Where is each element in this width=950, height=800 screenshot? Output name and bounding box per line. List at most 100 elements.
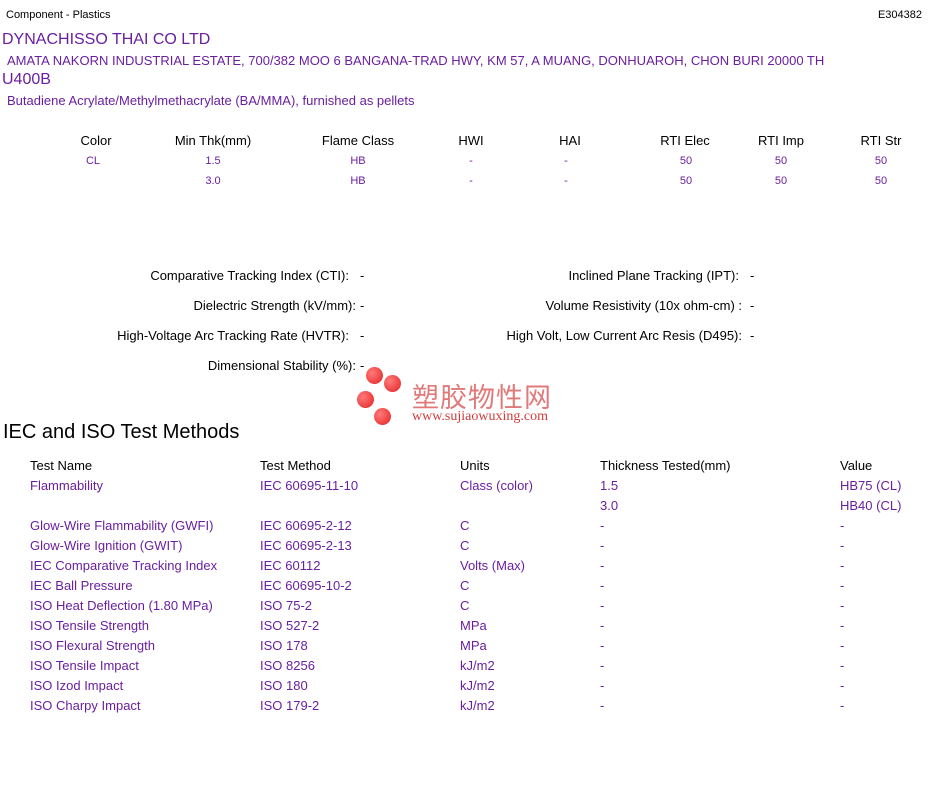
iec-table-cell: -: [840, 518, 845, 533]
watermark-dot-icon: [366, 367, 383, 384]
iec-table-cell: ISO 75-2: [260, 598, 313, 613]
ratings-cell: -: [564, 175, 568, 187]
d495-value: -: [750, 328, 755, 343]
ratings-col-min-thk: Min Thk(mm): [174, 133, 252, 148]
iec-table-cell: IEC Ball Pressure: [30, 578, 133, 593]
volume-resistivity-label: Volume Resistivity (10x ohm-cm) :: [545, 298, 743, 313]
iec-table-cell: Volts (Max): [460, 558, 526, 573]
dielectric-strength-value: -: [360, 298, 365, 313]
ratings-cell: 50: [774, 155, 788, 167]
iec-table-cell: Glow-Wire Flammability (GWFI): [30, 518, 214, 533]
iec-table-cell: kJ/m2: [460, 678, 495, 693]
ratings-col-rti-str: RTI Str: [860, 133, 902, 148]
product-description: Butadiene Acrylate/Methylmethacrylate (B…: [7, 93, 415, 108]
iec-col-test-method: Test Method: [260, 458, 331, 473]
iec-table-cell: -: [600, 538, 605, 553]
ratings-cell: HB: [350, 175, 366, 187]
watermark-dot-icon: [384, 375, 401, 392]
iec-table-cell: IEC 60112: [260, 558, 321, 573]
iec-table-cell: -: [840, 618, 845, 633]
watermark-url: www.sujiaowuxing.com: [412, 409, 548, 424]
iec-table-cell: -: [600, 598, 605, 613]
hvtr-value: -: [360, 328, 365, 343]
iec-table-cell: MPa: [460, 638, 487, 653]
product-grade: U400B: [2, 71, 51, 88]
iec-table-cell: 3.0: [600, 498, 619, 513]
ratings-cell: 50: [679, 155, 693, 167]
d495-label: High Volt, Low Current Arc Resis (D495):: [506, 328, 742, 343]
dimensional-stability-value: -: [360, 358, 365, 373]
file-number: E304382: [877, 9, 922, 21]
iec-table-cell: IEC 60695-2-12: [260, 518, 352, 533]
iec-table-cell: -: [840, 698, 845, 713]
cti-label: Comparative Tracking Index (CTI):: [150, 268, 349, 283]
iec-table-cell: -: [600, 558, 605, 573]
iec-table-cell: C: [460, 598, 470, 613]
iec-table-cell: C: [460, 518, 470, 533]
iec-col-value: Value: [840, 458, 873, 473]
ratings-cell: 50: [874, 175, 888, 187]
iec-table-cell: ISO Charpy Impact: [30, 698, 141, 713]
cti-value: -: [360, 268, 365, 283]
hvtr-label: High-Voltage Arc Tracking Rate (HVTR):: [117, 328, 349, 343]
company-name: DYNACHISSO THAI CO LTD: [2, 31, 211, 48]
iec-table-cell: ISO Izod Impact: [30, 678, 124, 693]
iec-table-cell: 1.5: [600, 478, 619, 493]
iec-table-cell: ISO 179-2: [260, 698, 320, 713]
iec-table-cell: ISO 180: [260, 678, 308, 693]
section-title: IEC and ISO Test Methods: [3, 421, 240, 443]
iec-table-cell: -: [600, 698, 605, 713]
ratings-cell: -: [564, 155, 568, 167]
iec-table-cell: -: [600, 518, 605, 533]
ratings-cell: 50: [874, 155, 888, 167]
ratings-cell: -: [469, 155, 473, 167]
iec-table-cell: ISO 178: [260, 638, 308, 653]
iec-table-cell: -: [600, 638, 605, 653]
iec-col-thickness: Thickness Tested(mm): [600, 458, 731, 473]
ratings-col-color: Color: [80, 133, 112, 148]
ratings-col-hwi: HWI: [458, 133, 484, 148]
iec-table-cell: ISO 527-2: [260, 618, 320, 633]
dielectric-strength-label: Dielectric Strength (kV/mm):: [193, 298, 356, 313]
company-address: AMATA NAKORN INDUSTRIAL ESTATE, 700/382 …: [7, 53, 825, 68]
watermark-dot-icon: [374, 408, 391, 425]
iec-table-cell: ISO Tensile Impact: [30, 658, 139, 673]
ipt-value: -: [750, 268, 755, 283]
ratings-cell: -: [469, 175, 473, 187]
iec-table-cell: -: [840, 638, 845, 653]
ratings-cell: HB: [350, 155, 366, 167]
iec-table-cell: -: [600, 618, 605, 633]
iec-table-cell: Class (color): [460, 478, 533, 493]
iec-table-cell: HB75 (CL): [840, 478, 902, 493]
iec-col-units: Units: [460, 458, 490, 473]
iec-table-cell: IEC 60695-10-2: [260, 578, 352, 593]
iec-table-cell: -: [840, 678, 845, 693]
ratings-cell: CL: [85, 155, 101, 167]
iec-table-cell: ISO 8256: [260, 658, 315, 673]
iec-table-cell: Glow-Wire Ignition (GWIT): [30, 538, 183, 553]
iec-table-cell: -: [840, 598, 845, 613]
iec-table-cell: ISO Tensile Strength: [30, 618, 149, 633]
iec-table-cell: -: [840, 578, 845, 593]
document-category: Component - Plastics: [6, 9, 111, 21]
volume-resistivity-value: -: [750, 298, 755, 313]
iec-table-cell: HB40 (CL): [840, 498, 902, 513]
ipt-label: Inclined Plane Tracking (IPT):: [568, 268, 739, 283]
ratings-col-hai: HAI: [559, 133, 581, 148]
iec-table-cell: Flammability: [30, 478, 103, 493]
ratings-col-rti-elec: RTI Elec: [660, 133, 710, 148]
iec-table-cell: IEC 60695-11-10: [260, 478, 359, 493]
iec-table-cell: -: [600, 578, 605, 593]
iec-table-cell: -: [600, 658, 605, 673]
iec-table-cell: -: [840, 538, 845, 553]
iec-table-cell: kJ/m2: [460, 658, 495, 673]
ratings-cell: 1.5: [205, 155, 221, 167]
dimensional-stability-label: Dimensional Stability (%):: [207, 358, 356, 373]
iec-table-cell: kJ/m2: [460, 698, 495, 713]
ratings-col-rti-imp: RTI Imp: [758, 133, 804, 148]
iec-table-cell: C: [460, 578, 470, 593]
ratings-cell: 3.0: [205, 175, 221, 187]
iec-table-cell: IEC Comparative Tracking Index: [30, 558, 218, 573]
iec-table-cell: -: [600, 678, 605, 693]
ratings-cell: 50: [679, 175, 693, 187]
